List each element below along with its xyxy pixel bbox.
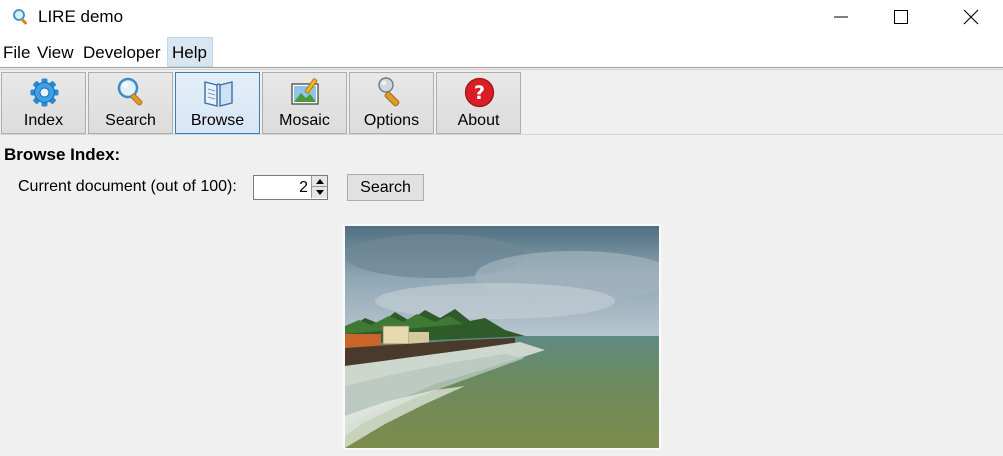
help-icon: ? — [463, 76, 496, 109]
menu-help-label: Help — [172, 43, 207, 62]
menu-view[interactable]: View — [37, 43, 74, 63]
svg-text:?: ? — [474, 82, 485, 104]
document-number-input[interactable] — [254, 176, 310, 199]
toolbar: Index Search Browse Mosaic Options ? Abo… — [0, 69, 1003, 135]
browse-label: Browse — [190, 112, 245, 129]
maximize-button[interactable] — [878, 0, 924, 34]
magnifier-icon — [115, 76, 148, 109]
menu-help[interactable]: Help — [167, 37, 213, 67]
document-spinner[interactable] — [253, 175, 328, 200]
options-button[interactable]: Options — [349, 72, 434, 134]
menu-bar: File View Developer Help — [0, 36, 1003, 68]
browse-index-title: Browse Index: — [4, 145, 121, 164]
title-bar: LIRE demo — [0, 0, 1003, 36]
about-label: About — [457, 112, 500, 129]
coastal-landscape-photo — [345, 226, 659, 448]
index-button[interactable]: Index — [1, 72, 86, 134]
window-title: LIRE demo — [38, 7, 124, 26]
gear-icon — [28, 76, 61, 109]
close-icon — [963, 9, 979, 25]
document-image-preview — [343, 224, 661, 450]
index-label: Index — [23, 112, 64, 129]
book-icon — [202, 76, 235, 109]
magnifier-icon — [12, 8, 30, 26]
about-button[interactable]: ? About — [436, 72, 521, 134]
minimize-icon — [834, 16, 848, 18]
arrow-up-icon — [316, 179, 324, 184]
current-document-label: Current document (out of 100): — [18, 178, 237, 195]
spinner-down-button[interactable] — [311, 187, 327, 198]
arrow-down-icon — [316, 190, 324, 195]
image-edit-icon — [289, 76, 322, 109]
maximize-icon — [894, 10, 908, 24]
search-button[interactable]: Search — [347, 174, 424, 201]
close-button[interactable] — [948, 0, 994, 34]
menu-developer[interactable]: Developer — [83, 43, 161, 63]
menu-file[interactable]: File — [3, 43, 30, 63]
browse-button[interactable]: Browse — [175, 72, 260, 134]
wrench-icon — [376, 76, 409, 109]
spinner-up-button[interactable] — [311, 176, 327, 187]
mosaic-label: Mosaic — [279, 112, 330, 129]
mosaic-button[interactable]: Mosaic — [262, 72, 347, 134]
search-tool-label: Search — [105, 112, 156, 129]
options-label: Options — [363, 112, 420, 129]
search-tool-button[interactable]: Search — [88, 72, 173, 134]
minimize-button[interactable] — [818, 0, 864, 34]
